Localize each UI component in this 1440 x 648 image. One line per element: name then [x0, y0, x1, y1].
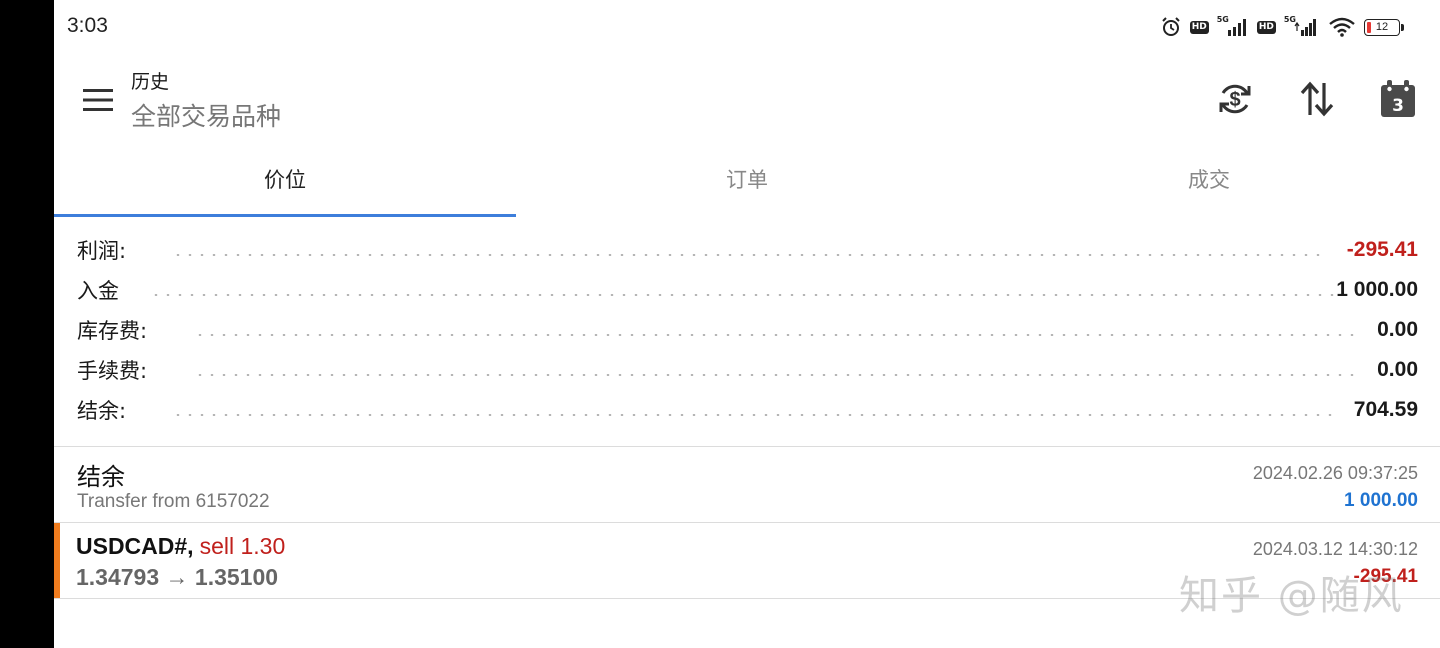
deal-marker — [54, 523, 60, 599]
status-bar: 3:03 HD 5G HD 5G 12 — [54, 0, 1440, 54]
currency-sync-icon[interactable]: $ — [1211, 75, 1259, 123]
hd-icon: HD — [1189, 20, 1209, 34]
calendar-day: 3 — [1392, 96, 1404, 116]
hamburger-menu-icon[interactable] — [76, 78, 120, 122]
deposit-value: 1 000.00 — [1336, 278, 1418, 301]
symbol-filter[interactable]: 全部交易品种 — [131, 97, 281, 133]
deal-symbol-text: USDCAD#, — [76, 533, 194, 559]
device-bezel — [0, 0, 54, 648]
tab-bar: 价位 订单 成交 — [54, 144, 1440, 218]
tab-prices[interactable]: 价位 — [54, 142, 516, 216]
summary-label: 结余: — [77, 399, 127, 423]
summary-row-swap: 库存费: 0.00 — [54, 310, 1440, 350]
signal-5g-icon: 5G — [1217, 15, 1249, 36]
page-title: 历史 — [131, 71, 170, 93]
dotted-leader — [172, 254, 1320, 256]
entry-title: 结余 — [77, 463, 125, 491]
summary-panel: 利润: -295.41 入金 1 000.00 库存费: 0.00 手续费: 0… — [54, 230, 1440, 430]
entry-amount: 1 000.00 — [1344, 490, 1418, 511]
summary-row-profit: 利润: -295.41 — [54, 230, 1440, 270]
summary-row-balance: 结余: 704.59 — [54, 390, 1440, 430]
summary-row-deposit: 入金 1 000.00 — [54, 270, 1440, 310]
profit-value: -295.41 — [1346, 238, 1418, 261]
deal-prices: 1.34793 → 1.35100 — [76, 564, 279, 590]
dotted-leader — [150, 294, 1340, 296]
deal-type: sell 1.30 — [199, 533, 286, 559]
entry-time: 2024.02.26 09:37:25 — [1252, 463, 1418, 483]
dotted-leader — [194, 374, 1360, 376]
wifi-icon — [1328, 17, 1356, 37]
screen: 3:03 HD 5G HD 5G 12 历史 全部交易品种 $ 3 价位 订单 … — [54, 0, 1440, 648]
entry-comment: Transfer from 6157022 — [77, 491, 270, 512]
tab-orders[interactable]: 订单 — [516, 142, 978, 216]
svg-text:$: $ — [1229, 89, 1240, 111]
dotted-leader — [172, 414, 1340, 416]
calendar-icon[interactable]: 3 — [1374, 75, 1422, 123]
hd-icon: HD — [1256, 20, 1276, 34]
summary-row-commission: 手续费: 0.00 — [54, 350, 1440, 390]
dotted-leader — [194, 334, 1360, 336]
entry-time: 2024.03.12 14:30:12 — [1252, 539, 1418, 559]
summary-label: 手续费: — [77, 359, 148, 383]
watermark: 知乎 @随风 — [1179, 573, 1404, 619]
status-icons: HD 5G HD 5G 12 — [1160, 14, 1404, 40]
tab-deals[interactable]: 成交 — [978, 142, 1440, 216]
app-bar: 历史 全部交易品种 $ 3 — [54, 54, 1440, 144]
battery-icon: 12 — [1364, 18, 1404, 36]
status-time: 3:03 — [67, 14, 108, 37]
summary-label: 入金 — [77, 279, 119, 303]
swap-value: 0.00 — [1377, 318, 1418, 341]
deal-symbol: USDCAD#, sell 1.30 — [76, 533, 285, 560]
tab-indicator — [54, 214, 516, 217]
alarm-icon — [1160, 16, 1182, 38]
summary-label: 利润: — [77, 239, 127, 263]
commission-value: 0.00 — [1377, 358, 1418, 381]
history-item-balance[interactable]: 结余 Transfer from 6157022 2024.02.26 09:3… — [54, 447, 1440, 523]
balance-value: 704.59 — [1353, 398, 1418, 421]
sort-icon[interactable] — [1293, 75, 1341, 123]
battery-level: 12 — [1375, 21, 1389, 33]
signal-5g-icon: 5G — [1284, 15, 1320, 36]
summary-label: 库存费: — [77, 319, 148, 343]
